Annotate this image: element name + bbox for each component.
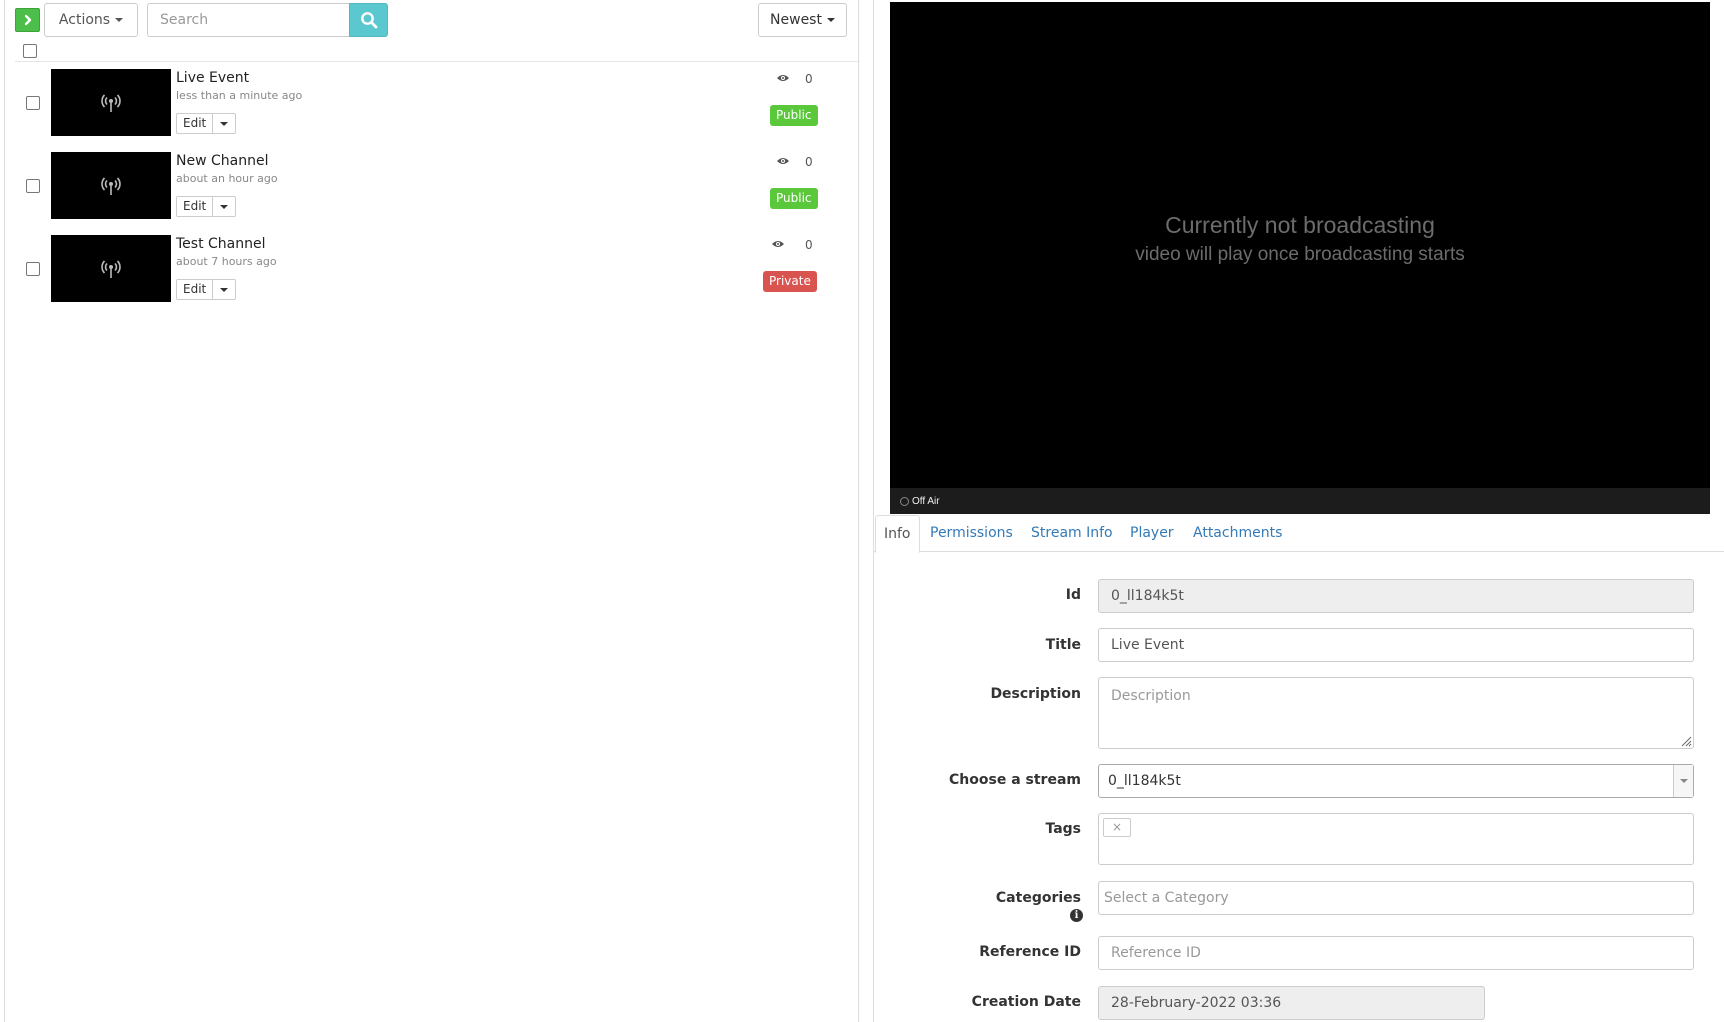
categories-label: Categories	[995, 890, 1081, 906]
creation-date-label: Creation Date	[971, 994, 1081, 1010]
view-count: 0	[805, 238, 813, 252]
search-icon	[360, 12, 377, 29]
eye-icon	[777, 158, 789, 164]
entry-title[interactable]: Test Channel	[176, 236, 266, 252]
edit-button[interactable]: Edit	[177, 280, 214, 299]
tab-info[interactable]: Info	[875, 515, 920, 553]
entry-thumbnail[interactable]	[51, 152, 171, 219]
sort-label: Newest	[770, 12, 822, 28]
tab-stream-info[interactable]: Stream Info	[1031, 515, 1113, 552]
entry-title[interactable]: New Channel	[176, 153, 268, 169]
edit-button-group: Edit	[176, 196, 237, 217]
edit-dropdown-toggle[interactable]	[213, 280, 235, 299]
entry-details-panel: Currently not broadcasting video will pl…	[873, 0, 1724, 1022]
eye-icon	[777, 75, 789, 81]
entry-time: about 7 hours ago	[176, 255, 277, 268]
detail-tabs: Info Permissions Stream Info Player Atta…	[874, 515, 1724, 553]
entry-time: about an hour ago	[176, 172, 278, 185]
list-item[interactable]: Live Event less than a minute ago Edit 0…	[5, 69, 860, 152]
status-badge: Public	[770, 188, 818, 209]
stream-select[interactable]: 0_ll184k5t	[1098, 764, 1694, 798]
tab-player[interactable]: Player	[1130, 515, 1174, 552]
tags-field[interactable]: ×	[1098, 813, 1694, 865]
on-air-status: Off Air	[912, 495, 940, 507]
description-label: Description	[990, 686, 1081, 702]
chevron-right-icon	[24, 14, 31, 26]
caret-down-icon	[220, 204, 229, 209]
caret-down-icon	[220, 287, 229, 292]
caret-down-icon	[826, 18, 835, 22]
creation-date-field: 28-February-2022 03:36	[1098, 986, 1485, 1020]
title-field[interactable]: Live Event	[1098, 628, 1694, 662]
video-player[interactable]: Currently not broadcasting video will pl…	[890, 2, 1710, 514]
list-divider	[15, 61, 860, 62]
sort-dropdown[interactable]: Newest	[758, 3, 847, 37]
actions-dropdown[interactable]: Actions	[44, 3, 138, 37]
status-badge: Public	[770, 105, 818, 126]
stream-label: Choose a stream	[949, 772, 1081, 788]
tab-attachments[interactable]: Attachments	[1193, 515, 1282, 552]
select-all-checkbox[interactable]	[23, 44, 37, 58]
status-badge: Private	[763, 271, 817, 292]
view-count: 0	[805, 155, 813, 169]
tab-permissions[interactable]: Permissions	[930, 515, 1013, 552]
edit-button[interactable]: Edit	[177, 114, 214, 133]
row-checkbox[interactable]	[26, 179, 40, 193]
row-checkbox[interactable]	[26, 262, 40, 276]
info-icon[interactable]: i	[1070, 909, 1083, 922]
broadcast-icon	[101, 259, 121, 278]
reference-id-field[interactable]: Reference ID	[1098, 936, 1694, 970]
player-control-bar: Off Air	[890, 488, 1710, 514]
edit-dropdown-toggle[interactable]	[213, 114, 235, 133]
list-item[interactable]: Test Channel about 7 hours ago Edit 0 Pr…	[5, 235, 860, 318]
go-button[interactable]	[15, 8, 40, 32]
list-item[interactable]: New Channel about an hour ago Edit 0 Pub…	[5, 152, 860, 235]
id-field: 0_ll184k5t	[1098, 579, 1694, 613]
description-placeholder: Description	[1111, 688, 1191, 704]
description-field[interactable]: Description	[1098, 677, 1694, 749]
reference-id-label: Reference ID	[979, 944, 1081, 960]
caret-down-icon	[1679, 779, 1688, 783]
categories-field[interactable]: Select a Category	[1098, 881, 1694, 915]
stream-select-value: 0_ll184k5t	[1108, 773, 1181, 789]
view-count: 0	[805, 72, 813, 86]
select-arrow[interactable]	[1673, 765, 1693, 797]
search-button[interactable]	[349, 3, 388, 37]
entry-thumbnail[interactable]	[51, 235, 171, 302]
caret-down-icon	[115, 18, 124, 22]
entry-title[interactable]: Live Event	[176, 70, 249, 86]
caret-down-icon	[220, 121, 229, 126]
eye-icon	[772, 241, 784, 247]
actions-label: Actions	[58, 12, 111, 28]
edit-button-group: Edit	[176, 113, 237, 134]
on-air-indicator-icon	[900, 496, 909, 506]
id-label: Id	[1065, 587, 1081, 603]
list-toolbar: Actions Newest	[5, 0, 860, 40]
broadcast-icon	[101, 176, 121, 195]
broadcast-icon	[101, 93, 121, 112]
player-status-subtitle: video will play once broadcasting starts	[1135, 244, 1465, 265]
title-label: Title	[1045, 637, 1081, 653]
search-input[interactable]	[147, 3, 349, 37]
tag-remove-icon[interactable]: ×	[1103, 818, 1131, 837]
edit-button-group: Edit	[176, 279, 237, 300]
entry-time: less than a minute ago	[176, 89, 303, 102]
entry-thumbnail[interactable]	[51, 69, 171, 136]
edit-button[interactable]: Edit	[177, 197, 214, 216]
row-checkbox[interactable]	[26, 96, 40, 110]
player-status-title: Currently not broadcasting	[1165, 212, 1435, 238]
tags-label: Tags	[1045, 821, 1081, 837]
resize-handle-icon[interactable]	[1680, 735, 1692, 747]
edit-dropdown-toggle[interactable]	[213, 197, 235, 216]
entries-panel: Actions Newest	[4, 0, 860, 1022]
